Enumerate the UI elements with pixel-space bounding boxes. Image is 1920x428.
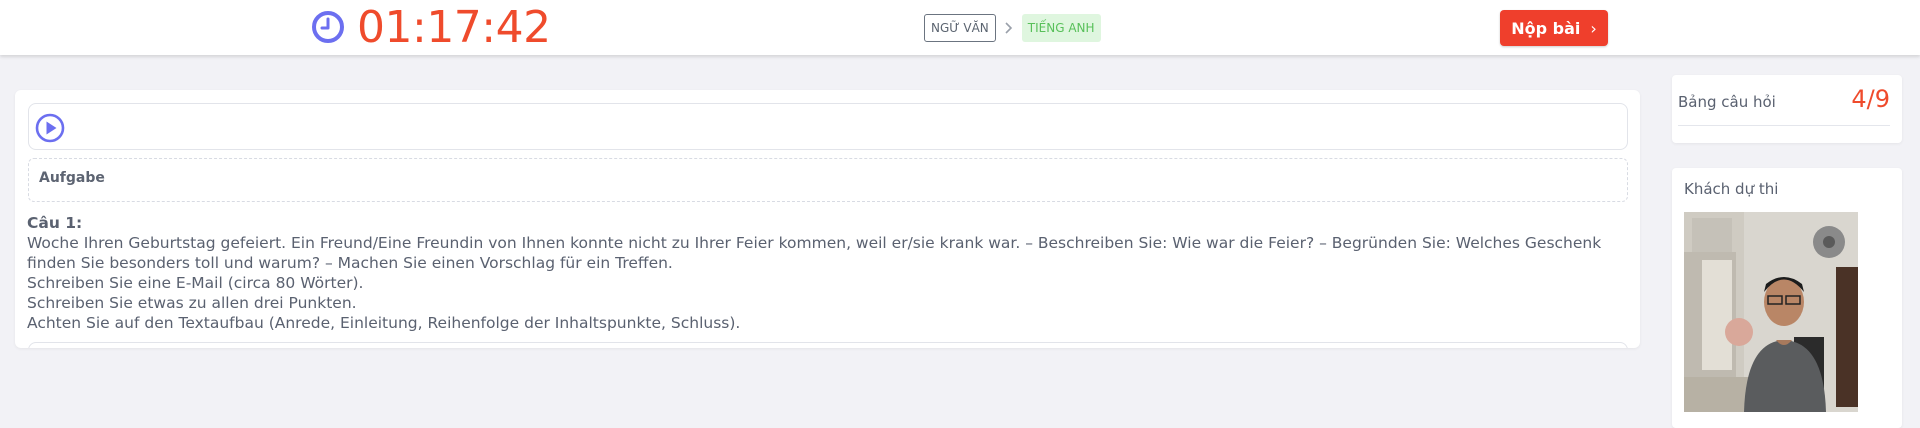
task-section: Aufgabe bbox=[28, 158, 1628, 202]
clock-icon bbox=[312, 11, 344, 43]
candidate-panel: Khách dự thi bbox=[1672, 168, 1902, 428]
subject-tab-tieng-anh[interactable]: TIẾNG ANH bbox=[1021, 14, 1101, 42]
chevron-right-icon bbox=[1005, 22, 1012, 34]
question-board[interactable]: Bảng câu hỏi 4/9 bbox=[1672, 75, 1902, 143]
question-progress: 4/9 bbox=[1851, 85, 1890, 113]
submit-button[interactable]: Nộp bài › bbox=[1500, 10, 1608, 46]
subject-tab-ngu-van[interactable]: NGỮ VĂN bbox=[924, 14, 996, 42]
countdown-timer: 01:17:42 bbox=[311, 1, 551, 53]
audio-player bbox=[28, 103, 1628, 150]
top-header: 01:17:42 NGỮ VĂN TIẾNG ANH Nộp bài › bbox=[0, 0, 1920, 55]
question-card: Aufgabe Câu 1: Woche Ihren Geburtstag ge… bbox=[15, 90, 1640, 348]
webcam-feed bbox=[1684, 212, 1858, 412]
answer-area[interactable] bbox=[28, 342, 1628, 348]
chevron-right-icon: › bbox=[1590, 18, 1597, 38]
question-text: Câu 1: Woche Ihren Geburtstag gefeiert. … bbox=[27, 213, 1607, 333]
divider bbox=[1678, 125, 1890, 126]
subject-breadcrumb: NGỮ VĂN TIẾNG ANH bbox=[924, 14, 1101, 42]
question-line: Schreiben Sie eine E-Mail (circa 80 Wört… bbox=[27, 274, 364, 292]
question-line: Woche Ihren Geburtstag gefeiert. Ein Fre… bbox=[27, 234, 1602, 272]
question-number: Câu 1: bbox=[27, 214, 83, 232]
webcam-image bbox=[1684, 212, 1858, 412]
candidate-label: Khách dự thi bbox=[1684, 180, 1779, 198]
timer-value: 01:17:42 bbox=[357, 1, 551, 53]
question-board-label: Bảng câu hỏi bbox=[1678, 93, 1776, 111]
question-line: Schreiben Sie etwas zu allen drei Punkte… bbox=[27, 294, 357, 312]
question-line: Achten Sie auf den Textaufbau (Anrede, E… bbox=[27, 314, 741, 332]
submit-button-label: Nộp bài bbox=[1511, 18, 1581, 38]
task-section-title: Aufgabe bbox=[39, 170, 105, 186]
play-icon[interactable] bbox=[35, 113, 65, 143]
